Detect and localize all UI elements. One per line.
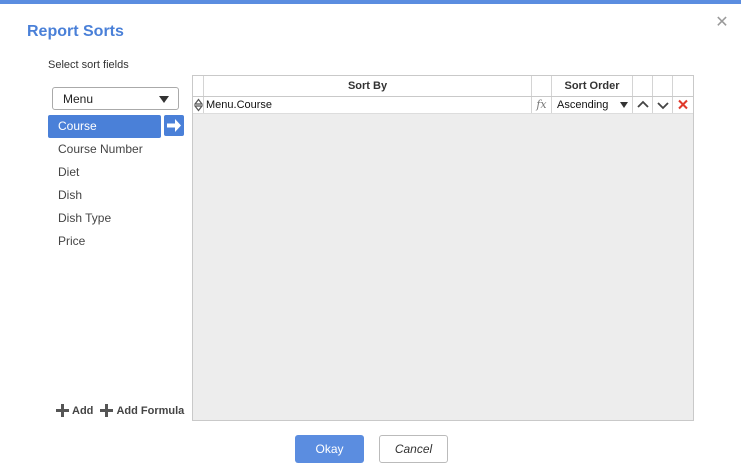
close-icon[interactable]: ✕ bbox=[713, 14, 731, 32]
add-button[interactable]: Add bbox=[56, 404, 93, 417]
chevron-down-icon bbox=[159, 96, 169, 103]
field-item-price[interactable]: Price bbox=[48, 230, 161, 253]
field-item-dish-type[interactable]: Dish Type bbox=[48, 207, 161, 230]
okay-button[interactable]: Okay bbox=[295, 435, 364, 463]
report-sorts-dialog: Report Sorts ✕ Select sort fields Menu C… bbox=[0, 0, 741, 474]
field-item-course[interactable]: Course bbox=[48, 115, 161, 138]
table-row[interactable]: Menu.Course fx Ascending bbox=[193, 97, 693, 114]
chevron-down-icon bbox=[620, 102, 628, 108]
header-down-cell bbox=[653, 76, 673, 96]
header-up-cell bbox=[633, 76, 653, 96]
drag-handle-icon[interactable] bbox=[193, 97, 204, 113]
header-sort-order: Sort Order bbox=[552, 76, 633, 96]
formula-icon[interactable]: fx bbox=[532, 97, 552, 113]
cancel-button[interactable]: Cancel bbox=[379, 435, 448, 463]
source-dropdown[interactable]: Menu bbox=[52, 87, 179, 110]
move-down-button[interactable] bbox=[653, 97, 673, 113]
sort-order-value: Ascending bbox=[557, 99, 609, 111]
delete-row-button[interactable] bbox=[673, 97, 693, 113]
move-up-button[interactable] bbox=[633, 97, 653, 113]
field-item-dish[interactable]: Dish bbox=[48, 184, 161, 207]
sort-grid: Sort By Sort Order Menu.Course fx Ascend… bbox=[192, 75, 694, 421]
field-item-course-number[interactable]: Course Number bbox=[48, 138, 161, 161]
dialog-title: Report Sorts bbox=[27, 23, 124, 40]
sort-order-select[interactable]: Ascending bbox=[552, 97, 633, 113]
chevron-up-icon bbox=[637, 100, 649, 108]
header-handle-cell bbox=[193, 76, 204, 96]
source-dropdown-value: Menu bbox=[63, 92, 94, 106]
delete-icon bbox=[678, 99, 688, 110]
row-sort-by[interactable]: Menu.Course bbox=[204, 97, 532, 113]
field-list: Course Course Number Diet Dish Dish Type… bbox=[48, 115, 184, 253]
add-to-sort-button[interactable] bbox=[164, 115, 184, 136]
add-actions: Add Add Formula bbox=[56, 404, 188, 420]
add-formula-button[interactable]: Add Formula bbox=[100, 404, 184, 417]
add-formula-button-label: Add Formula bbox=[116, 404, 185, 417]
header-formula-cell bbox=[532, 76, 552, 96]
field-item-diet[interactable]: Diet bbox=[48, 161, 161, 184]
dialog-subtitle: Select sort fields bbox=[48, 59, 129, 71]
header-delete-cell bbox=[673, 76, 693, 96]
chevron-down-icon bbox=[657, 102, 669, 110]
add-button-label: Add bbox=[72, 404, 94, 417]
arrow-right-icon bbox=[167, 119, 181, 132]
grid-header: Sort By Sort Order bbox=[193, 76, 693, 97]
plus-icon bbox=[56, 404, 69, 417]
plus-icon bbox=[100, 404, 114, 417]
header-sort-by: Sort By bbox=[204, 76, 532, 96]
